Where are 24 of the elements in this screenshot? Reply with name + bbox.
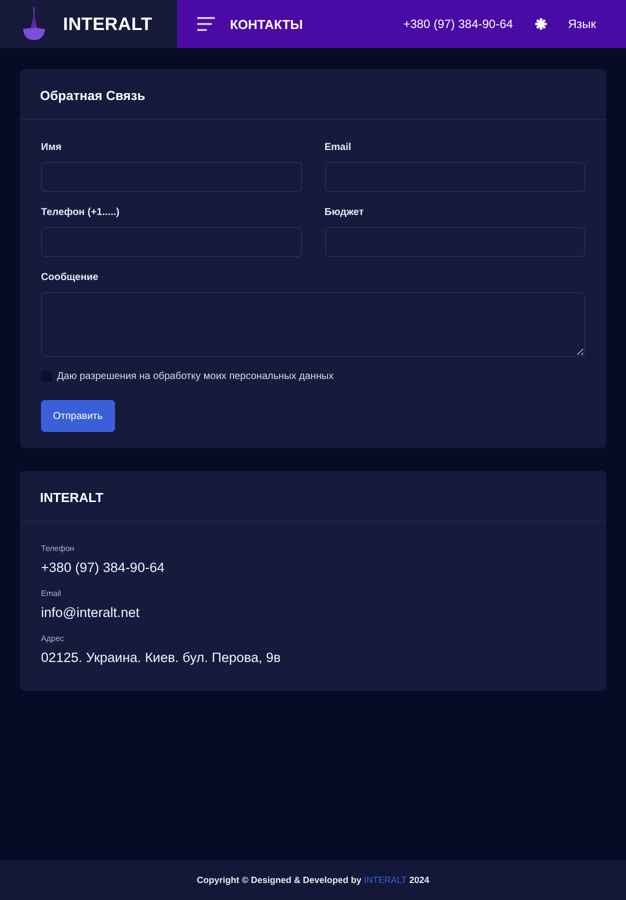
consent-label[interactable]: Даю разрешения на обработку моих персональных данных [57,371,334,382]
message-field[interactable] [41,292,585,357]
menu-icon[interactable] [197,17,215,31]
contact-label: Адрес [41,634,64,643]
logo-icon[interactable] [22,7,46,41]
field-label: Имя [41,142,62,153]
field-label: Телефон (+1.....) [41,207,120,218]
field-label: Email [324,142,352,153]
brand-name[interactable]: INTERALT [63,14,152,34]
copyright-text: Copyright © Designed & Developed by INTERALT 2024 [196,875,430,885]
language-menu[interactable]: Язык [568,17,596,31]
contact-value: info@interalt.net [41,605,140,620]
gear-icon[interactable] [534,18,547,30]
card-title: INTERALT [40,490,104,505]
phone-link[interactable]: +380 (97) 384-90-64 [403,17,513,31]
contact-label: Телефон [41,544,74,553]
contact-value: +380 (97) 384-90-64 [41,560,164,575]
field-label: Бюджет [324,207,364,218]
card-title: Обратная Связь [40,88,146,103]
submit-button[interactable]: Отправить [41,400,115,432]
contact-value: 02125. Украина. Киев. бул. Перова, 9в [41,650,281,665]
field-label: Сообщение [41,272,98,283]
nav-title[interactable]: КОНТАКТЫ [230,16,303,32]
contact-label: Email [41,589,62,598]
